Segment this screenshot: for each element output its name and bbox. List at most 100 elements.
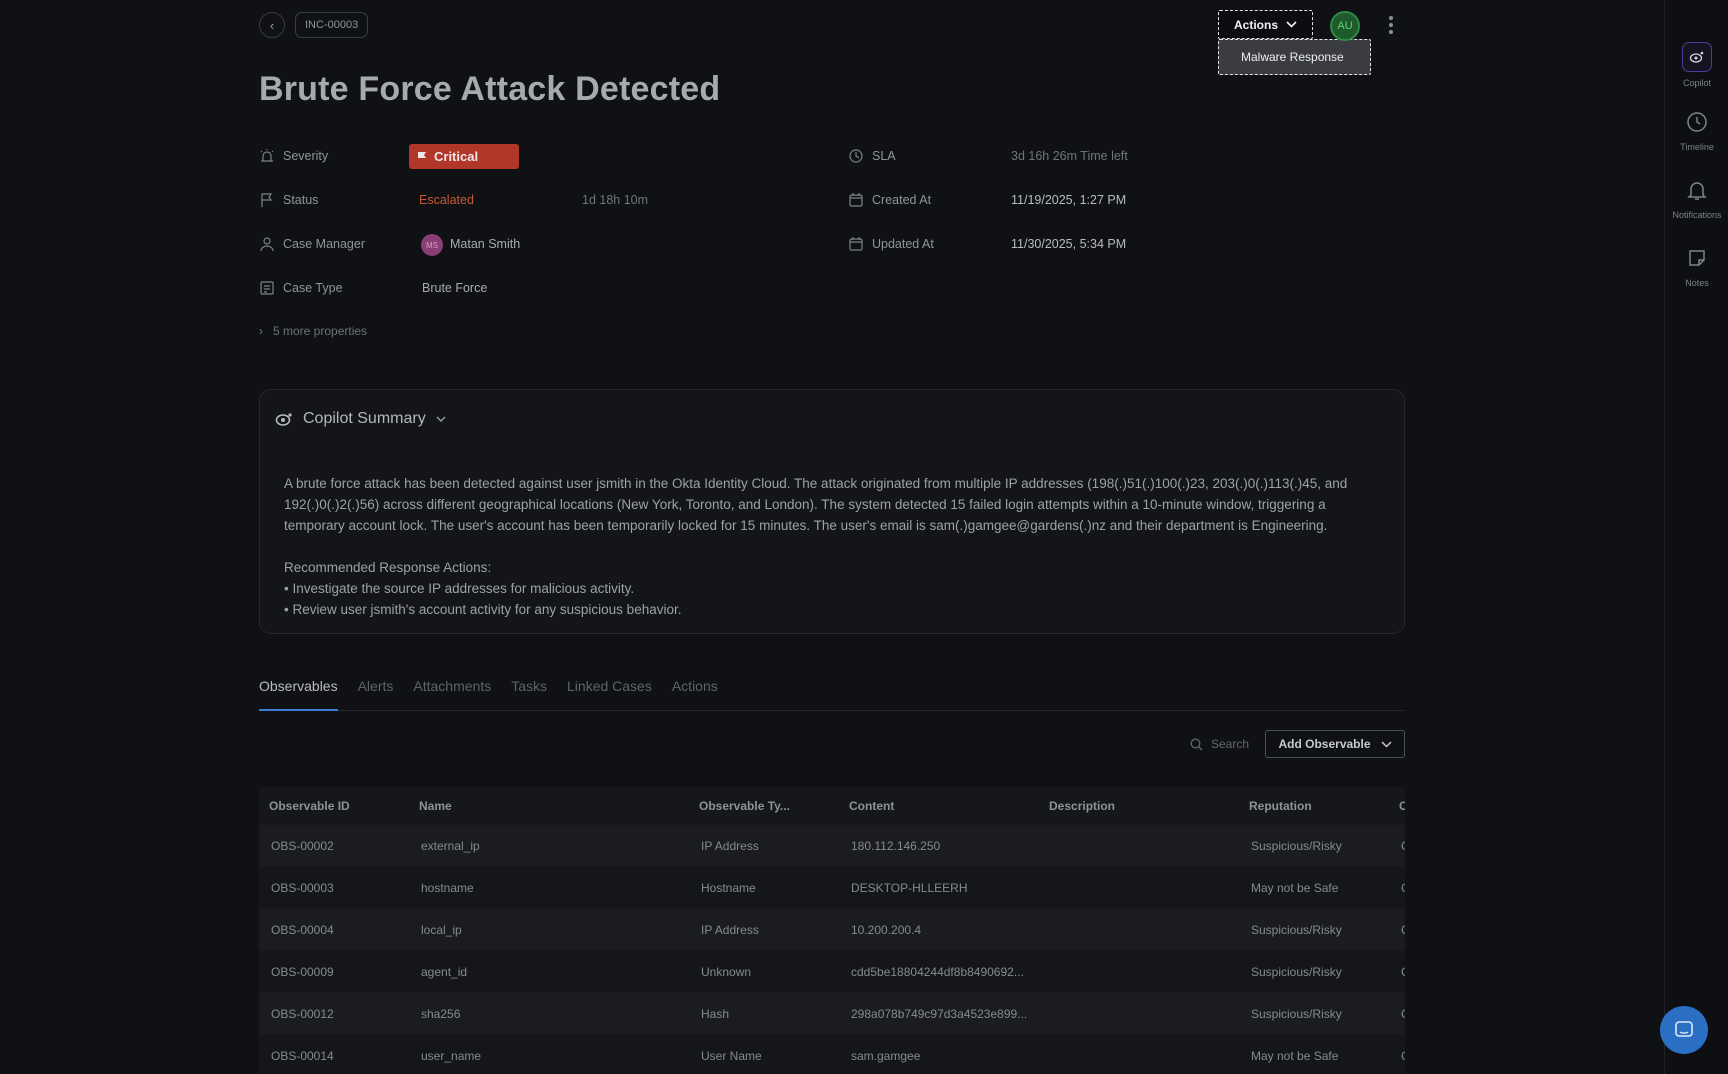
more-options-icon[interactable] bbox=[1382, 12, 1400, 38]
calendar-icon bbox=[849, 193, 863, 207]
user-avatar[interactable]: AU bbox=[1330, 11, 1360, 41]
tab-linked-cases[interactable]: Linked Cases bbox=[567, 676, 652, 711]
add-observable-label: Add Observable bbox=[1278, 737, 1371, 751]
created-at-value: 11/19/2025, 1:27 PM bbox=[1011, 193, 1127, 207]
chevron-left-icon: ‹ bbox=[269, 17, 275, 33]
right-rail: Copilot Timeline Notifications Notes bbox=[1664, 0, 1728, 1074]
created-at-row: Created At bbox=[848, 188, 931, 212]
summary-paragraph: A brute force attack has been detected a… bbox=[284, 476, 1348, 533]
copilot-summary-title: Copilot Summary bbox=[303, 410, 426, 427]
summary-actions-heading: Recommended Response Actions: bbox=[284, 560, 492, 575]
table-row[interactable]: OBS-00009 agent_id Unknown cdd5be1880424… bbox=[259, 951, 1405, 993]
cell-reputation: Suspicious/Risky bbox=[1251, 922, 1342, 937]
severity-badge[interactable]: Critical bbox=[409, 144, 519, 169]
column-header[interactable]: Description bbox=[1039, 799, 1239, 813]
actions-menu-item-malware-response[interactable]: Malware Response bbox=[1218, 39, 1371, 75]
note-icon bbox=[1683, 244, 1711, 272]
cell-type: Unknown bbox=[701, 964, 752, 979]
tab-tasks[interactable]: Tasks bbox=[511, 676, 547, 711]
cell-name: agent_id bbox=[421, 964, 468, 979]
cell-truncated: C bbox=[1389, 1007, 1405, 1021]
tab-observables[interactable]: Observables bbox=[259, 676, 338, 711]
case-type-value[interactable]: Brute Force bbox=[422, 281, 487, 295]
case-manager-label: Case Manager bbox=[283, 237, 365, 251]
column-header[interactable]: Name bbox=[409, 799, 689, 813]
cell-reputation: Suspicious/Risky bbox=[1251, 964, 1342, 979]
updated-at-row: Updated At bbox=[848, 232, 934, 256]
column-header[interactable]: C bbox=[1389, 799, 1405, 813]
cell-name: external_ip bbox=[421, 838, 480, 853]
cell-content: 298a078b749c97d3a4523e899... bbox=[851, 1006, 1028, 1021]
rail-item-notes[interactable]: Notes bbox=[1665, 244, 1728, 288]
add-observable-button[interactable]: Add Observable bbox=[1265, 730, 1405, 758]
copilot-summary-body: A brute force attack has been detected a… bbox=[284, 473, 1368, 620]
tab-attachments[interactable]: Attachments bbox=[413, 676, 491, 711]
chat-button[interactable] bbox=[1660, 1006, 1708, 1054]
cell-type: Hash bbox=[701, 1006, 730, 1021]
severity-value: Critical bbox=[434, 149, 479, 164]
rail-item-notifications[interactable]: Notifications bbox=[1665, 176, 1728, 220]
rail-label: Notifications bbox=[1672, 210, 1722, 220]
cell-type: IP Address bbox=[701, 922, 759, 937]
clock-icon bbox=[1683, 108, 1711, 136]
cell-id: OBS-00004 bbox=[271, 922, 334, 937]
cell-truncated: C bbox=[1389, 1049, 1405, 1063]
more-properties-label: 5 more properties bbox=[273, 324, 368, 338]
cell-id: OBS-00002 bbox=[271, 838, 334, 853]
page-title: Brute Force Attack Detected bbox=[259, 70, 721, 108]
rail-label: Copilot bbox=[1682, 78, 1711, 88]
cell-type: User Name bbox=[701, 1048, 762, 1063]
table-row[interactable]: OBS-00014 user_name User Name sam.gamgee… bbox=[259, 1035, 1405, 1074]
updated-at-label: Updated At bbox=[872, 237, 934, 251]
actions-button[interactable]: Actions bbox=[1218, 10, 1313, 39]
status-value[interactable]: Escalated bbox=[419, 193, 474, 207]
severity-row: Severity bbox=[259, 144, 328, 168]
created-at-label: Created At bbox=[872, 193, 932, 207]
case-type-label: Case Type bbox=[283, 281, 343, 295]
user-icon bbox=[260, 237, 274, 252]
cell-id: OBS-00012 bbox=[271, 1006, 334, 1021]
calendar-icon bbox=[849, 237, 863, 251]
tab-actions[interactable]: Actions bbox=[672, 676, 718, 711]
table-row[interactable]: OBS-00004 local_ip IP Address 10.200.200… bbox=[259, 909, 1405, 951]
copilot-summary-card: Copilot Summary A brute force attack has… bbox=[259, 389, 1405, 634]
column-header[interactable]: Content bbox=[839, 799, 1039, 813]
updated-at-value: 11/30/2025, 5:34 PM bbox=[1011, 237, 1127, 251]
table-row[interactable]: OBS-00012 sha256 Hash 298a078b749c97d3a4… bbox=[259, 993, 1405, 1035]
search-input[interactable]: Search bbox=[1190, 737, 1249, 751]
document-icon bbox=[260, 281, 274, 295]
severity-label: Severity bbox=[283, 149, 329, 163]
rail-item-copilot[interactable]: Copilot bbox=[1665, 42, 1728, 88]
cell-id: OBS-00014 bbox=[271, 1048, 334, 1063]
search-icon bbox=[1190, 738, 1203, 750]
sla-time: 3d 16h 26m bbox=[1011, 149, 1078, 163]
rail-label: Notes bbox=[1685, 278, 1709, 288]
cell-reputation: Suspicious/Risky bbox=[1251, 1006, 1342, 1021]
column-header[interactable]: Observable ID bbox=[259, 799, 409, 813]
column-header[interactable]: Observable Ty... bbox=[689, 799, 839, 813]
bell-icon bbox=[1683, 176, 1711, 204]
column-header[interactable]: Reputation bbox=[1239, 799, 1389, 813]
chevron-down-icon bbox=[436, 416, 446, 422]
tab-alerts[interactable]: Alerts bbox=[358, 676, 394, 711]
cell-truncated: C bbox=[1389, 881, 1405, 895]
back-button[interactable]: ‹ bbox=[259, 12, 285, 38]
table-row[interactable]: OBS-00002 external_ip IP Address 180.112… bbox=[259, 825, 1405, 867]
case-manager-name[interactable]: Matan Smith bbox=[450, 237, 520, 251]
summary-action-item: • Review user jsmith's account activity … bbox=[284, 602, 682, 617]
cell-reputation: May not be Safe bbox=[1251, 880, 1339, 895]
cell-truncated: C bbox=[1389, 839, 1405, 853]
case-manager-row: Case Manager bbox=[259, 232, 365, 256]
rail-item-timeline[interactable]: Timeline bbox=[1665, 108, 1728, 152]
copilot-summary-header[interactable]: Copilot Summary bbox=[275, 410, 446, 428]
table-row[interactable]: OBS-00003 hostname Hostname DESKTOP-HLLE… bbox=[259, 867, 1405, 909]
flag-outline-icon bbox=[261, 193, 273, 207]
copilot-icon bbox=[275, 413, 292, 426]
cell-name: user_name bbox=[421, 1048, 482, 1063]
incident-id-chip: INC-00003 bbox=[295, 12, 369, 38]
cell-type: Hostname bbox=[701, 880, 756, 895]
chevron-right-icon: › bbox=[259, 324, 263, 338]
more-properties-toggle[interactable]: › 5 more properties bbox=[259, 324, 367, 338]
actions-button-label: Actions bbox=[1233, 17, 1278, 32]
status-duration: 1d 18h 10m bbox=[582, 193, 649, 207]
